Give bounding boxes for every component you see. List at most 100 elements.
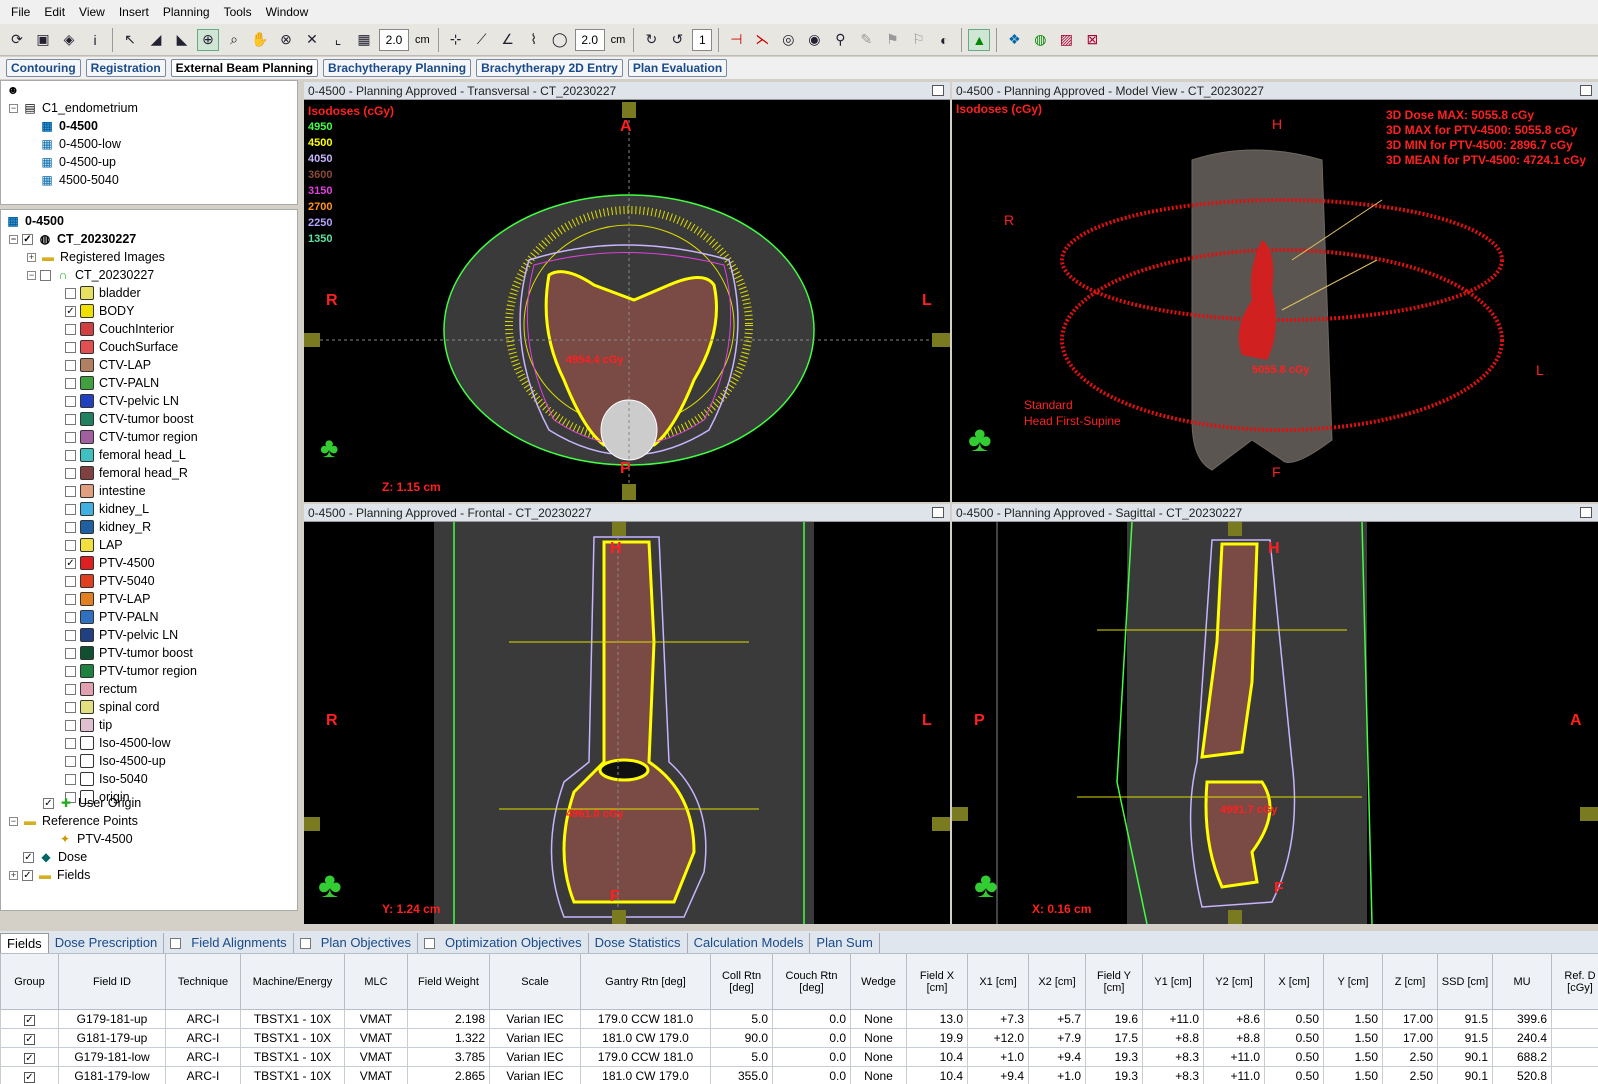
- column-header[interactable]: X1 [cm]: [967, 953, 1029, 1010]
- structure-item[interactable]: bladder: [65, 284, 141, 302]
- structure-checkbox[interactable]: [65, 629, 76, 641]
- maximize-icon[interactable]: [932, 85, 944, 96]
- structure-checkbox[interactable]: [65, 719, 76, 731]
- plan-node[interactable]: ▦ 4500-5040: [39, 171, 118, 189]
- zoom-in-icon[interactable]: ⊕: [197, 28, 219, 51]
- column-header[interactable]: Field Weight: [407, 953, 490, 1010]
- fields-checkbox[interactable]: ✓: [22, 869, 33, 881]
- structure-checkbox[interactable]: [65, 467, 76, 479]
- structure-item[interactable]: Iso-4500-up: [65, 752, 166, 770]
- save-icon[interactable]: ▣: [32, 29, 54, 51]
- structure-item[interactable]: PTV-tumor boost: [65, 644, 193, 662]
- group-checkbox[interactable]: ✓: [0, 1009, 59, 1029]
- column-header[interactable]: Y2 [cm]: [1203, 953, 1265, 1010]
- table-row[interactable]: ✓ G179-181-low ARC-I TBSTX1 - 10X VMAT 3.785 V…: [0, 1047, 1598, 1067]
- structure-item[interactable]: spinal cord: [65, 698, 159, 716]
- structure-item[interactable]: CTV-pelvic LN: [65, 392, 179, 410]
- structure-checkbox[interactable]: [65, 593, 76, 605]
- maximize-icon[interactable]: [1580, 85, 1592, 96]
- grid-icon[interactable]: ▦: [353, 29, 375, 51]
- structure-checkbox[interactable]: [65, 413, 76, 425]
- collapse-icon[interactable]: −: [27, 270, 36, 280]
- tab-dose-prescription[interactable]: Dose Prescription: [49, 933, 165, 953]
- target-icon[interactable]: ◎: [777, 29, 799, 51]
- collapse-icon[interactable]: −: [9, 103, 18, 113]
- row-checkbox[interactable]: ✓: [24, 1015, 35, 1026]
- structure-checkbox[interactable]: [65, 341, 76, 353]
- dose-node[interactable]: ✓ ◆ Dose: [23, 848, 87, 866]
- menu-planning[interactable]: Planning: [156, 0, 217, 24]
- wand-icon[interactable]: ⚲: [829, 29, 851, 51]
- table-row[interactable]: ✓ G181-179-low ARC-I TBSTX1 - 10X VMAT 2.865 V…: [0, 1066, 1598, 1084]
- patient-node[interactable]: ☻: [5, 81, 25, 99]
- column-header[interactable]: Ref. D [cGy]: [1551, 953, 1598, 1010]
- pin-icon[interactable]: ⚑: [881, 29, 903, 51]
- column-header[interactable]: Wedge: [850, 953, 907, 1010]
- reference-point-node[interactable]: ✦ PTV-4500: [57, 830, 133, 848]
- structure-item[interactable]: CouchSurface: [65, 338, 178, 356]
- profile-icon[interactable]: ⌇: [523, 29, 545, 51]
- column-header[interactable]: Z [cm]: [1382, 953, 1438, 1010]
- refresh-view-icon[interactable]: ↺: [666, 29, 688, 51]
- structure-checkbox[interactable]: [65, 449, 76, 461]
- structure-checkbox[interactable]: [65, 539, 76, 551]
- frontal-view[interactable]: 0-4500 - Planning Approved - Frontal - C…: [304, 504, 950, 924]
- group-checkbox[interactable]: ✓: [0, 1066, 59, 1084]
- structure-checkbox[interactable]: [65, 701, 76, 713]
- tab-plan-evaluation[interactable]: Plan Evaluation: [627, 59, 728, 77]
- tab-checkbox[interactable]: [170, 937, 182, 949]
- tab-brachytherapy-planning[interactable]: Brachytherapy Planning: [323, 59, 472, 77]
- column-header[interactable]: X2 [cm]: [1028, 953, 1086, 1010]
- tab-fields[interactable]: Fields: [0, 933, 49, 953]
- tab-field-alignments[interactable]: Field Alignments: [164, 933, 294, 953]
- cube-icon[interactable]: ▨: [1055, 29, 1077, 51]
- structure-checkbox[interactable]: ✓: [65, 305, 76, 317]
- circle-tool-icon[interactable]: ◯: [549, 29, 571, 51]
- tool-size-input[interactable]: 2.0: [574, 28, 605, 51]
- column-header[interactable]: Machine/Energy: [240, 953, 345, 1010]
- structure-item[interactable]: intestine: [65, 482, 146, 500]
- navigate-icon[interactable]: ◈: [58, 29, 80, 51]
- reference-points-node[interactable]: − ▬ Reference Points: [9, 812, 138, 830]
- tab-registration[interactable]: Registration: [85, 59, 166, 77]
- tab-external-beam-planning[interactable]: External Beam Planning: [170, 59, 319, 77]
- transversal-view[interactable]: 0-4500 - Planning Approved - Transversal…: [304, 82, 950, 502]
- window-level-icon[interactable]: ◢: [145, 29, 167, 51]
- structure-checkbox[interactable]: [65, 575, 76, 587]
- crosshair-icon[interactable]: ✕: [301, 29, 323, 51]
- dose-checkbox[interactable]: ✓: [23, 851, 34, 863]
- zoom-icon[interactable]: ⌕: [223, 29, 245, 51]
- structure-item[interactable]: PTV-tumor region: [65, 662, 197, 680]
- table-row[interactable]: ✓ G181-179-up ARC-I TBSTX1 - 10X VMAT 1.322 Va…: [0, 1028, 1598, 1048]
- menu-insert[interactable]: Insert: [112, 0, 156, 24]
- tab-brachytherapy-2d-entry[interactable]: Brachytherapy 2D Entry: [476, 59, 623, 77]
- measure-icon[interactable]: ⊹: [445, 29, 467, 51]
- model-view[interactable]: 0-4500 - Planning Approved - Model View …: [952, 82, 1598, 502]
- column-header[interactable]: Field X [cm]: [906, 953, 968, 1010]
- ruler-icon[interactable]: ⌞: [327, 29, 349, 51]
- window-level-box-icon[interactable]: ◣: [171, 29, 193, 51]
- column-header[interactable]: Scale: [489, 953, 581, 1010]
- pan-hand-icon[interactable]: ✋: [249, 29, 271, 51]
- calculate-icon[interactable]: ▲: [968, 28, 991, 51]
- structure-item[interactable]: Iso-4500-low: [65, 734, 171, 752]
- bounding-box-icon[interactable]: ⊠: [1081, 29, 1103, 51]
- menu-file[interactable]: File: [4, 0, 37, 24]
- user-origin-checkbox[interactable]: ✓: [43, 797, 54, 809]
- structure-item[interactable]: PTV-LAP: [65, 590, 150, 608]
- tab-optimization-objectives[interactable]: Optimization Objectives: [418, 933, 589, 953]
- transversal-image[interactable]: [304, 100, 950, 502]
- structure-item[interactable]: CTV-tumor boost: [65, 410, 193, 428]
- target-alt-icon[interactable]: ◉: [803, 29, 825, 51]
- image-node[interactable]: − ✓ ◍ CT_20230227: [9, 230, 136, 248]
- slice-input[interactable]: 1: [692, 28, 713, 51]
- view-icon[interactable]: ◐: [933, 29, 955, 51]
- column-header[interactable]: MLC: [344, 953, 408, 1010]
- rotate-view-icon[interactable]: ↻: [640, 29, 662, 51]
- maximize-icon[interactable]: [1580, 507, 1592, 518]
- column-header[interactable]: MU: [1492, 953, 1552, 1010]
- row-checkbox[interactable]: ✓: [24, 1072, 35, 1083]
- column-header[interactable]: Technique: [165, 953, 241, 1010]
- collapse-icon[interactable]: −: [9, 816, 18, 826]
- structure-set-checkbox[interactable]: [40, 269, 51, 281]
